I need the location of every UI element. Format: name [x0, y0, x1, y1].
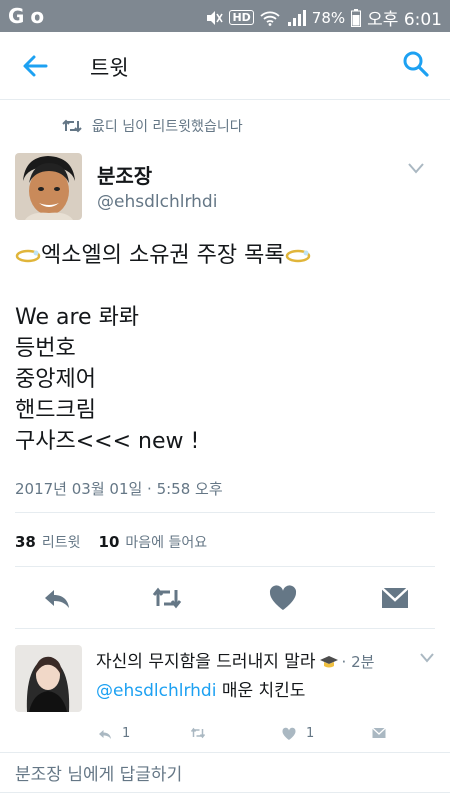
- retweet-icon: [62, 119, 82, 133]
- direct-message-icon[interactable]: [380, 584, 410, 612]
- retweet-icon: [190, 727, 206, 739]
- divider: [15, 512, 435, 513]
- retweet-context-label: 읎디 님이 리트윗했습니다: [92, 119, 243, 135]
- ring-emoji-icon: [15, 249, 41, 263]
- reply-header: 자신의 무지함을 드러내지 말라 · 2분: [96, 647, 374, 672]
- page-title: 트윗: [90, 56, 129, 80]
- reply-reply-count: 1: [122, 726, 131, 741]
- tweet-actions: [0, 582, 450, 616]
- author-handle[interactable]: @ehsdlchlrhdi: [97, 192, 217, 212]
- tweet-text: 엑소엘의 소유권 주장 목록 We are 롸롸 등번호 중앙제어 핸드크림 구…: [15, 240, 435, 457]
- app-bar: 트윗: [0, 32, 450, 100]
- reply-avatar[interactable]: [15, 645, 82, 712]
- tweet-line: 등번호: [15, 336, 76, 361]
- hd-badge: HD: [229, 10, 254, 25]
- graduation-cap-icon: [319, 656, 338, 668]
- tweet-timestamp: 2017년 03월 01일 · 5:58 오후: [15, 480, 223, 498]
- tweet-line: 엑소엘의 소유권 주장 목록: [15, 240, 435, 271]
- reply-body-text: 매운 치킨도: [221, 681, 306, 701]
- tweet-stats: 38 리트윗 10 마음에 들어요: [15, 532, 207, 552]
- divider: [0, 752, 450, 753]
- tweet-line: 중앙제어: [15, 367, 96, 392]
- reply-compose-input[interactable]: 분조장 님에게 답글하기: [15, 760, 182, 785]
- reply-icon: [99, 729, 111, 739]
- reply-mention[interactable]: @ehsdlchlrhdi: [96, 681, 216, 701]
- tweet-line: [15, 271, 435, 302]
- retweet-stat-label: 리트윗: [41, 535, 81, 551]
- mute-icon: [207, 10, 224, 25]
- search-icon[interactable]: [402, 50, 430, 78]
- heart-icon[interactable]: [268, 584, 298, 612]
- divider: [15, 566, 435, 567]
- reply-body: @ehsdlchlrhdi 매운 치킨도: [96, 676, 305, 701]
- divider: [0, 792, 450, 793]
- status-left-icons: G o: [8, 4, 44, 28]
- ring-emoji-icon: [285, 249, 310, 263]
- heart-icon: [282, 727, 296, 740]
- author-name[interactable]: 분조장: [97, 160, 152, 189]
- direct-message-icon: [372, 727, 386, 738]
- tweet-line: 핸드크림: [15, 398, 96, 423]
- reply-actions: 1 1: [96, 726, 436, 744]
- status-bar: G o HD 78% 오후 6:01: [0, 0, 450, 32]
- reply-avatar-image: [15, 645, 82, 712]
- status-right: HD 78% 오후 6:01: [205, 5, 442, 30]
- like-stat[interactable]: 10 마음에 들어요: [99, 532, 208, 552]
- signal-icon: [287, 9, 306, 26]
- reply-retweet-action[interactable]: [188, 726, 208, 740]
- reply-text: 자신의 무지함을 드러내지 말라: [96, 652, 316, 672]
- divider: [15, 628, 435, 629]
- avatar-image: [15, 153, 82, 220]
- reply-icon[interactable]: [42, 584, 72, 612]
- like-stat-label: 마음에 들어요: [125, 535, 208, 551]
- chevron-down-icon[interactable]: [420, 653, 434, 663]
- reply-like-count: 1: [306, 726, 315, 741]
- reply-like-action[interactable]: 1: [280, 726, 314, 741]
- reply-time: · 2분: [341, 653, 375, 671]
- status-time: 오후 6:01: [367, 10, 442, 30]
- retweet-icon[interactable]: [152, 584, 182, 612]
- chevron-down-icon[interactable]: [408, 162, 424, 174]
- battery-percent: 78%: [311, 8, 346, 27]
- wifi-icon: [260, 11, 280, 26]
- reply-reply-action[interactable]: 1: [96, 726, 130, 741]
- notification-icon: o: [30, 4, 45, 28]
- tweet-line: We are 롸롸: [15, 305, 140, 330]
- retweet-stat[interactable]: 38 리트윗: [15, 532, 81, 552]
- avatar[interactable]: [15, 153, 82, 220]
- reply-dm-action[interactable]: [370, 726, 388, 740]
- retweet-count: 38: [15, 533, 36, 551]
- g-icon: G: [8, 4, 25, 28]
- like-count: 10: [98, 533, 120, 551]
- tweet-line: 구사즈<<< new !: [15, 429, 200, 454]
- battery-icon: [351, 8, 362, 27]
- back-arrow-icon[interactable]: [20, 52, 50, 80]
- retweet-context[interactable]: 읎디 님이 리트윗했습니다: [62, 116, 243, 136]
